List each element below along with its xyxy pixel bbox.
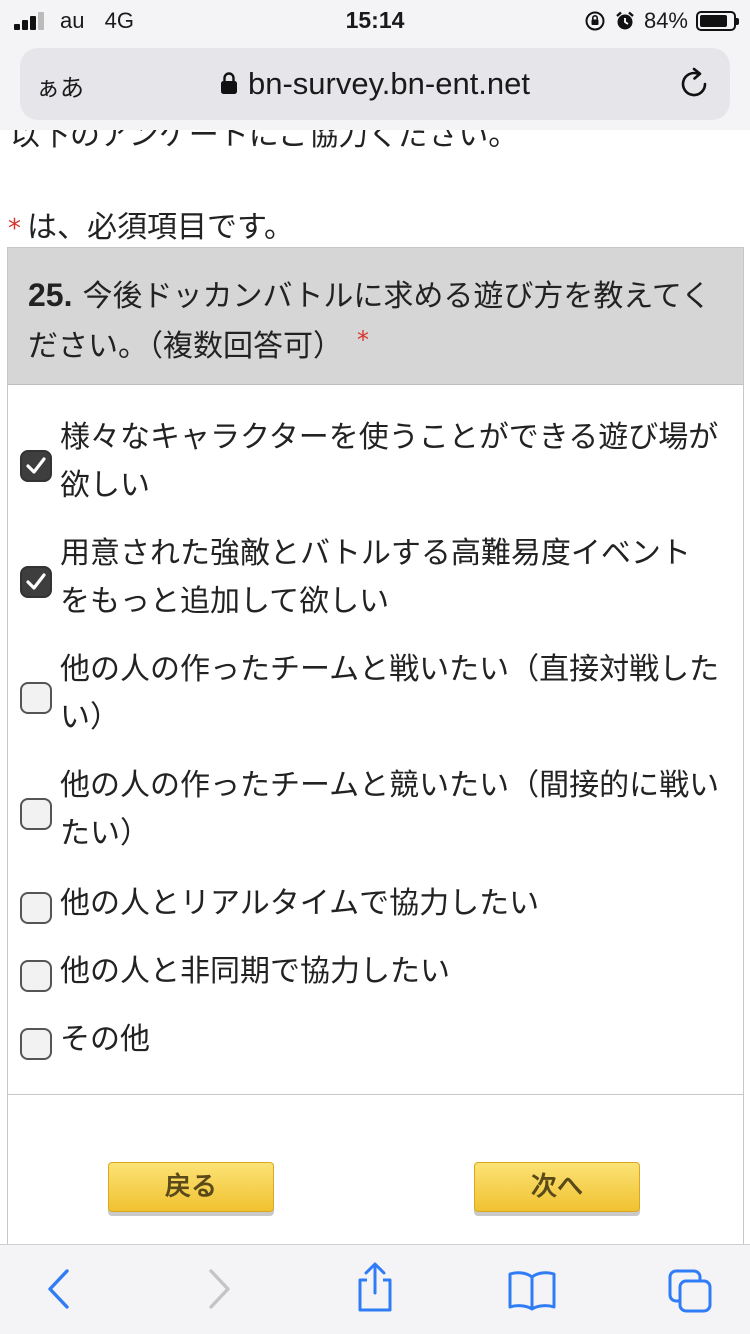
intro-text: 以下のアンケートにご協力ください。 [10, 130, 519, 153]
browser-address-region: ぁあ bn-survey.bn-ent.net [0, 42, 750, 130]
status-right: 84% [584, 8, 739, 34]
question-header: 25. 今後ドッカンバトルに求める遊び方を教えてください。（複数回答可） * [8, 248, 743, 385]
option-label-2: 用意された強敵とバトルする高難易度イベントをもっと追加して欲しい [60, 536, 691, 619]
checkbox-option-2[interactable] [20, 566, 52, 598]
checkmark-icon [26, 573, 46, 590]
checkbox-option-6[interactable] [20, 960, 52, 992]
option-label-4: 他の人の作ったチームと競いたい（間接的に戦いたい） [60, 768, 720, 851]
page-content: 以下のアンケートにご協力ください。 * は、必須項目です。 25. 今後ドッカンバト… [0, 130, 750, 1244]
browser-toolbar [0, 1244, 750, 1334]
question-text: 今後ドッカンバトルに求める遊び方を教えてください。（複数回答可） [28, 279, 711, 364]
battery-percentage: 84% [643, 8, 688, 33]
back-arrow-icon[interactable] [44, 1267, 74, 1311]
address-bar[interactable]: ぁあ bn-survey.bn-ent.net [20, 48, 730, 120]
checkmark-icon [26, 457, 46, 474]
question-required-asterisk: * [357, 326, 369, 354]
orientation-lock-icon [585, 11, 605, 31]
option-label-7: その他 [60, 1022, 150, 1057]
required-asterisk: * [8, 214, 21, 244]
battery-fill [700, 15, 727, 27]
url-text: bn-survey.bn-ent.net [247, 66, 531, 101]
bookmarks-icon[interactable] [506, 1269, 558, 1311]
checkbox-option-1[interactable] [20, 450, 52, 482]
lock-icon [220, 72, 237, 94]
question-box: 25. 今後ドッカンバトルに求める遊び方を教えてください。（複数回答可） * 様々な… [7, 247, 744, 1244]
required-note: * は、必須項目です。 [8, 202, 294, 246]
share-icon[interactable] [354, 1261, 396, 1313]
divider [8, 1094, 743, 1095]
reload-icon[interactable] [678, 66, 712, 102]
url-display[interactable]: bn-survey.bn-ent.net [20, 66, 730, 102]
checkbox-option-4[interactable] [20, 798, 52, 830]
next-button[interactable]: 次へ [474, 1162, 640, 1212]
alarm-icon [616, 11, 634, 30]
question-number: 25. [28, 277, 73, 313]
status-bar: au 4G 15:14 84% [0, 0, 750, 42]
checkbox-option-5[interactable] [20, 892, 52, 924]
back-button[interactable]: 戻る [108, 1162, 274, 1212]
checkbox-option-3[interactable] [20, 682, 52, 714]
option-label-5: 他の人とリアルタイムで協力したい [60, 886, 540, 921]
battery-icon [696, 11, 739, 31]
option-label-1: 様々なキャラクターを使うことができる遊び場が欲しい [60, 420, 719, 503]
checkbox-option-7[interactable] [20, 1028, 52, 1060]
option-label-3: 他の人の作ったチームと戦いたい（直接対戦したい） [60, 652, 720, 735]
forward-arrow-icon[interactable] [204, 1267, 234, 1311]
option-label-6: 他の人と非同期で協力したい [60, 954, 450, 989]
required-note-text: は、必須項目です。 [27, 210, 294, 245]
tabs-icon[interactable] [666, 1267, 714, 1315]
